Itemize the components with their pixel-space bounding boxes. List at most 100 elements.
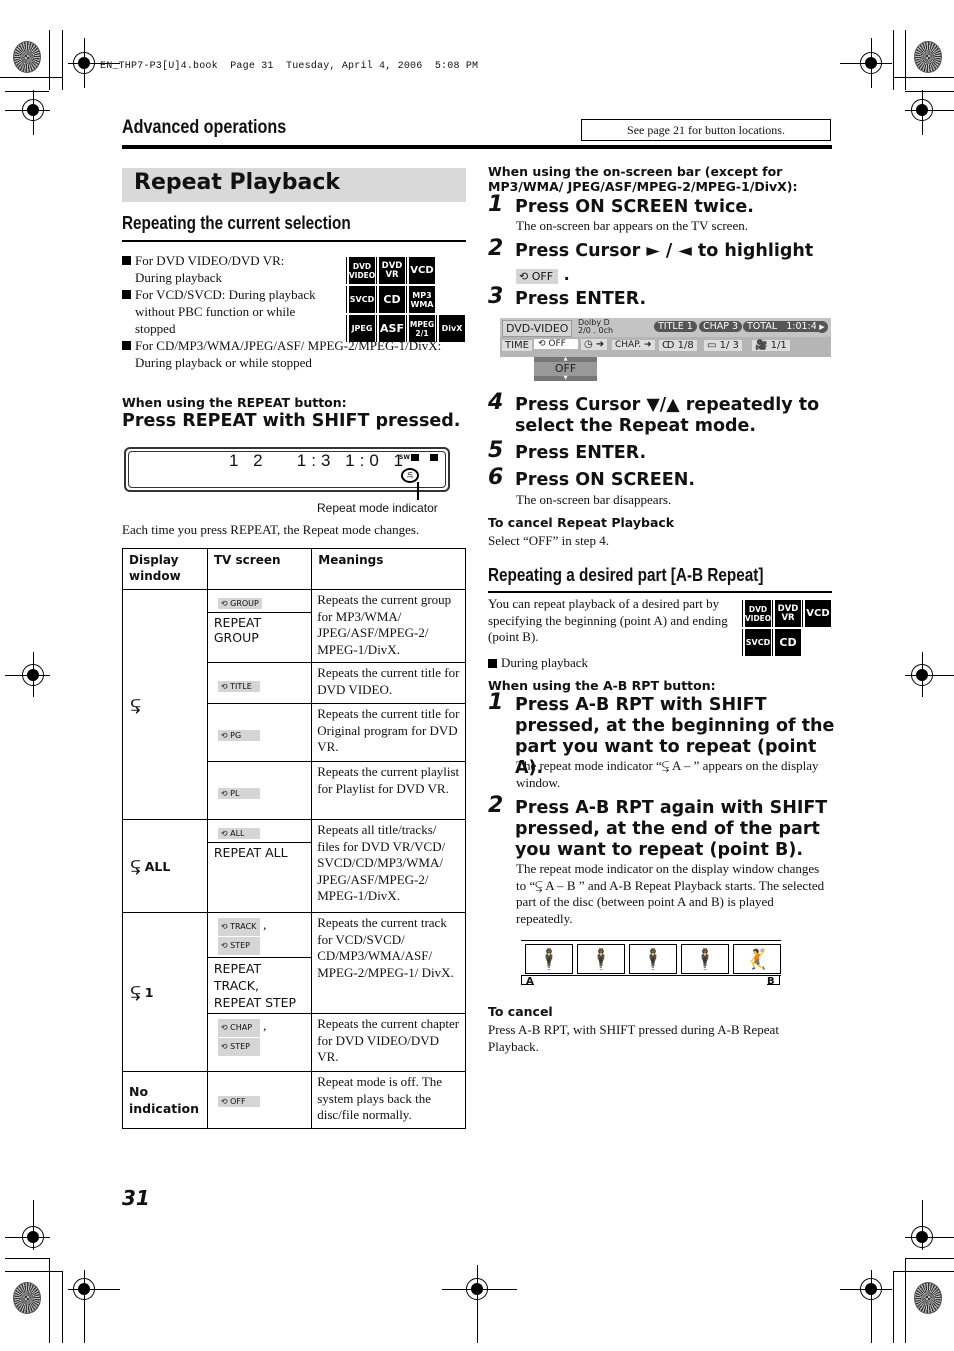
- ab-step-1-note: The repeat mode indicator “⥹ A – ” appea…: [516, 758, 819, 790]
- meaning-pl: Repeats the current playlist for Playlis…: [311, 761, 466, 820]
- ab-filmstrip-illustration: 🕴 🕴 🕴 🕴 🤾 A B: [521, 940, 781, 990]
- crop-mark: [84, 1270, 85, 1343]
- osd-title: TITLE 1: [654, 321, 697, 332]
- osd-subtitle-button[interactable]: ▭ 1/ 3: [704, 340, 742, 351]
- step-2-text: Press Cursor ► / ◄ to highlight: [515, 241, 814, 261]
- crop-mark: [33, 1200, 34, 1250]
- crop-mark: [49, 30, 50, 90]
- badge-mp3-wma: MP3 WMA: [407, 286, 435, 313]
- crop-mark: [905, 1237, 954, 1238]
- osd-chapter-search-button[interactable]: CHAP. ➜: [612, 340, 655, 350]
- step-4-text: Press Cursor ▼/▲ repeatedly to select th…: [515, 395, 820, 436]
- step-6-text: Press ON SCREEN.: [515, 470, 695, 490]
- ab-intro: You can repeat playback of a desired par…: [488, 596, 728, 644]
- crop-mark: [68, 1289, 120, 1290]
- crop-mark: [5, 110, 50, 111]
- display-repeat-one: ⥹ 1: [122, 912, 208, 1072]
- frame-figure-icon: 🕴: [629, 944, 677, 974]
- crop-mark: [893, 77, 954, 78]
- header-meanings: Meanings: [311, 548, 466, 590]
- osd-repeat-dropdown[interactable]: ▲ OFF ▼: [534, 357, 597, 381]
- page-title: Repeat Playback: [134, 170, 340, 195]
- crop-mark: [477, 1265, 478, 1343]
- crop-mark: [922, 1200, 923, 1250]
- table-row: ⥹ ALL ⟲ ALL Repeats all title/tracks/ fi…: [122, 819, 466, 913]
- meaning-group: Repeats the current group for MP3/WMA/ J…: [311, 589, 466, 663]
- meaning-off: Repeat mode is off. The system plays bac…: [311, 1071, 466, 1129]
- page-number: 31: [122, 1186, 150, 1210]
- cancel-text: Select “OFF” in step 4.: [488, 533, 609, 548]
- osd-audio-format: Dolby D 2/0 . 0ch: [578, 318, 614, 335]
- crop-mark: [905, 675, 954, 676]
- osd-time-search-button[interactable]: ◷ ➜: [581, 339, 608, 350]
- step-number: 1: [488, 690, 504, 715]
- badge-dvd-vr: DVD VR: [377, 257, 405, 284]
- repeat-button-label: When using the REPEAT button:: [122, 395, 347, 410]
- osd-time-button[interactable]: TIME: [502, 340, 533, 351]
- osd-off-chip: ⟲ OFF: [516, 269, 558, 284]
- cancel-heading: To cancel Repeat Playback: [488, 515, 675, 530]
- dropdown-down-arrow-icon[interactable]: ▼: [534, 376, 597, 381]
- header-tv-screen: TV screen: [206, 548, 313, 590]
- osd-chapter: CHAP 3: [699, 321, 743, 332]
- step-number: 5: [488, 438, 504, 463]
- crop-mark: [5, 1258, 49, 1259]
- step-number: 1: [488, 192, 504, 217]
- print-meta: EN_THP7-P3[U]4.book Page 31 Tuesday, Apr…: [100, 61, 479, 72]
- header-display-window: Display window: [122, 548, 208, 590]
- tv-chip-off: ⟲ OFF: [217, 1096, 260, 1107]
- see-page-note: See page 21 for button locations.: [581, 119, 831, 141]
- tv-chip-pg: ⟲ PG: [217, 730, 260, 741]
- crop-mark: [905, 1258, 954, 1259]
- badge-cd: CD: [773, 629, 801, 656]
- crop-mark: [893, 1271, 954, 1272]
- tv-chip-title: ⟲ TITLE: [217, 681, 260, 692]
- bullet-item: For VCD/SVCD: During playback without PB…: [122, 286, 337, 337]
- heading-rule: [122, 240, 466, 242]
- heading-ab-repeat: Repeating a desired part [A-B Repeat]: [488, 565, 764, 585]
- tv-chip-pl: ⟲ PL: [217, 788, 260, 799]
- badge-jpeg: JPEG: [347, 315, 375, 342]
- registration-disc-bottom-left: [13, 1282, 41, 1314]
- osd-angle-button[interactable]: 🎥 1/1: [752, 340, 790, 351]
- badge-cd: CD: [377, 286, 405, 313]
- badge-divx: DivX: [437, 315, 465, 342]
- crop-mark: [905, 30, 906, 90]
- osd-repeat-button[interactable]: ⟲ OFF: [534, 339, 578, 349]
- meaning-chap: Repeats the current chapter for DVD VIDE…: [311, 1013, 466, 1072]
- table-row: No indication ⟲ OFF Repeat mode is off. …: [122, 1071, 466, 1129]
- heading-rule: [488, 591, 832, 593]
- display-repeat-all: ⥹ ALL: [122, 819, 208, 913]
- step-6-note: The on-screen bar disappears.: [516, 492, 672, 507]
- tv-text-repeat-group: REPEAT GROUP: [206, 612, 313, 663]
- lcd-l-indicator: [411, 454, 419, 461]
- crop-mark: [905, 110, 954, 111]
- repeat-mode-table: Display window TV screen Meanings ⥹ ⟲ GR…: [122, 548, 466, 1129]
- ab-cancel-heading: To cancel: [488, 1004, 553, 1019]
- crop-mark: [5, 91, 49, 92]
- meaning-title: Repeats the current title for DVD VIDEO.: [311, 662, 466, 704]
- each-time-note: Each time you press REPEAT, the Repeat m…: [122, 522, 420, 537]
- crop-mark: [62, 1271, 63, 1343]
- frame-figure-icon: 🕴: [681, 944, 729, 974]
- onscreen-bar-label: When using the on-screen bar (except for…: [488, 164, 798, 194]
- frame-figure-icon: 🕴: [525, 944, 573, 974]
- repeat-arrow-icon: ⥹: [131, 856, 141, 875]
- frame-figure-icon: 🤾: [733, 944, 781, 974]
- frame-figure-icon: 🕴: [577, 944, 625, 974]
- meaning-track: Repeats the current track for VCD/SVCD/ …: [311, 912, 466, 1014]
- heading-current-selection: Repeating the current selection: [122, 213, 351, 233]
- display-repeat-icon: ⥹: [122, 589, 208, 820]
- crop-mark: [871, 38, 872, 88]
- onscreen-bar-illustration: DVD-VIDEO Dolby D 2/0 . 0ch TITLE 1 CHAP …: [500, 318, 831, 357]
- crop-mark: [62, 30, 63, 90]
- repeat-mode-indicator-icon: ⥹: [401, 468, 419, 483]
- tv-chip-track: ⟲ TRACK: [217, 918, 260, 936]
- crop-mark: [905, 1258, 906, 1343]
- tv-chip-step: ⟲ STEP: [217, 1038, 260, 1056]
- osd-audio-button[interactable]: ↀ 1/8: [659, 340, 697, 351]
- crop-mark: [5, 1237, 50, 1238]
- repeat-arrow-icon: ⥹: [131, 982, 141, 1001]
- display-window-illustration: 1 2 1:3 1:0 1 SW ⥹: [124, 447, 450, 492]
- play-icon: ▶: [816, 321, 828, 333]
